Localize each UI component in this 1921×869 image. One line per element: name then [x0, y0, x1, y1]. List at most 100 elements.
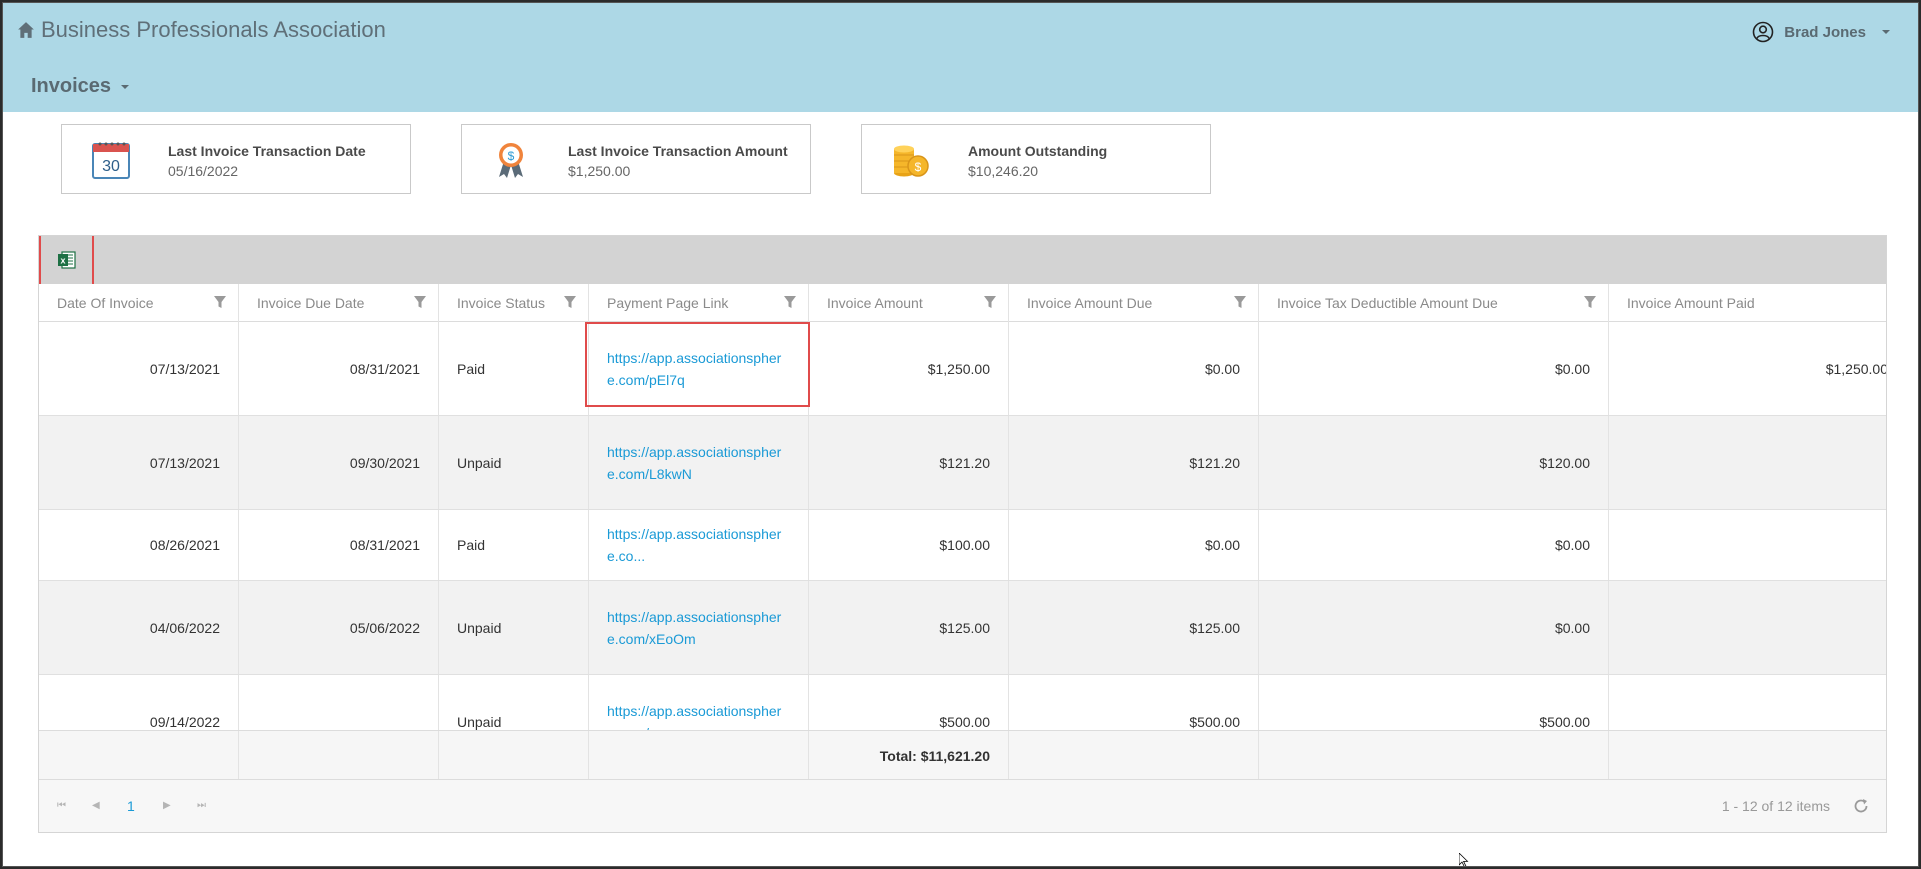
cell-amount-paid — [1609, 416, 1886, 509]
column-label: Invoice Status — [457, 295, 545, 311]
column-header-invoice-amount[interactable]: Invoice Amount — [809, 284, 1009, 322]
svg-text:30: 30 — [102, 158, 120, 175]
column-label: Invoice Amount Due — [1027, 295, 1153, 311]
page-menu-dropdown[interactable]: Invoices — [31, 75, 130, 98]
payment-link[interactable]: https://app.associationsphere.com/L8kwN — [607, 441, 792, 485]
cell-amount-paid — [1609, 675, 1886, 730]
cell-tax-due: $500.00 — [1259, 675, 1609, 730]
refresh-icon[interactable] — [1852, 797, 1870, 815]
filter-icon[interactable] — [984, 296, 996, 309]
footer-cell — [439, 731, 589, 779]
cell-date: 07/13/2021 — [39, 322, 239, 415]
table-row[interactable]: 07/13/2021 09/30/2021 Unpaid https://app… — [39, 416, 1886, 510]
cell-amount-paid: $1,250.00 — [1825, 360, 1886, 377]
footer-cell — [39, 731, 239, 779]
calendar-icon: 30 — [92, 142, 130, 179]
svg-text:x: x — [60, 256, 65, 266]
page-number[interactable]: 1 — [127, 798, 135, 814]
column-header-invoice-due-date[interactable]: Invoice Due Date — [239, 284, 439, 322]
cell-due-date: 09/30/2021 — [239, 416, 439, 509]
footer-cell — [239, 731, 439, 779]
cell-status: Unpaid — [439, 416, 589, 509]
excel-icon: x — [57, 251, 76, 269]
total-amount: Total: $11,621.20 — [879, 748, 990, 764]
filter-icon[interactable] — [1584, 296, 1596, 309]
footer-cell — [1009, 731, 1259, 779]
grid-header: Date Of Invoice Invoice Due Date Invoice… — [39, 284, 1886, 322]
card-title: Last Invoice Transaction Amount — [568, 143, 788, 159]
cell-status: Unpaid — [439, 581, 589, 674]
cell-payment-link: https://app.associationsphere.com/L8kwN — [589, 416, 809, 509]
page-title: Invoices — [31, 75, 112, 97]
cell-amount-due: $0.00 — [1009, 510, 1259, 580]
export-excel-button[interactable]: x — [39, 236, 94, 286]
cell-tax-due: $0.00 — [1259, 322, 1609, 415]
cell-amount: $1,250.00 — [809, 322, 1009, 415]
svg-text:$: $ — [508, 149, 515, 163]
brand-title: Business Professionals Association — [41, 17, 386, 42]
table-row[interactable]: 09/14/2022 Unpaid https://app.associatio… — [39, 675, 1886, 730]
column-label: Invoice Tax Deductible Amount Due — [1277, 295, 1498, 311]
chevron-down-icon — [1882, 30, 1890, 34]
cell-amount-due: $121.20 — [1009, 416, 1259, 509]
column-header-invoice-amount-due[interactable]: Invoice Amount Due — [1009, 284, 1259, 322]
table-row[interactable]: 07/13/2021 08/31/2021 Paid https://app.a… — [39, 322, 1886, 416]
app-window: Business Professionals Association Brad … — [2, 2, 1919, 867]
cell-amount-paid — [1609, 510, 1886, 580]
column-header-payment-page-link[interactable]: Payment Page Link — [589, 284, 809, 322]
filter-icon[interactable] — [1234, 296, 1246, 309]
cell-amount: $500.00 — [809, 675, 1009, 730]
column-label: Date Of Invoice — [57, 295, 154, 311]
cell-date: 08/26/2021 — [39, 510, 239, 580]
filter-icon[interactable] — [784, 296, 796, 309]
card-value: 05/16/2022 — [168, 163, 239, 179]
footer-cell — [589, 731, 809, 779]
pager-info: 1 - 12 of 12 items — [1721, 798, 1830, 814]
cell-due-date: 08/31/2021 — [239, 510, 439, 580]
pager: ⏮ ◀ 1 ▶ ⏭ 1 - 12 of 12 items — [39, 780, 1886, 832]
cell-amount-paid — [1609, 581, 1886, 674]
highlight-box — [585, 322, 810, 407]
column-header-tax-deductible-amount-due[interactable]: Invoice Tax Deductible Amount Due — [1259, 284, 1609, 322]
column-header-date-of-invoice[interactable]: Date Of Invoice — [39, 284, 239, 322]
card-amount-outstanding: $ Amount Outstanding $10,246.20 — [861, 124, 1211, 194]
table-row[interactable]: 08/26/2021 08/31/2021 Paid https://app.a… — [39, 510, 1886, 581]
home-icon — [18, 22, 34, 38]
cell-amount-due: $125.00 — [1009, 581, 1259, 674]
brand[interactable]: Business Professionals Association — [17, 17, 386, 43]
payment-link[interactable]: https://app.associationsphere.co... — [607, 523, 792, 567]
filter-icon[interactable] — [564, 296, 576, 309]
table-row[interactable]: 04/06/2022 05/06/2022 Unpaid https://app… — [39, 581, 1886, 675]
grid-body: 07/13/2021 08/31/2021 Paid https://app.a… — [39, 322, 1886, 730]
column-header-invoice-amount-paid[interactable]: Invoice Amount Paid — [1609, 284, 1886, 322]
payment-link[interactable]: https://app.associationsphere.com/ — [607, 700, 792, 731]
cell-date: 07/13/2021 — [39, 416, 239, 509]
cell-amount: $100.00 — [809, 510, 1009, 580]
cell-amount-due: $500.00 — [1009, 675, 1259, 730]
card-title: Amount Outstanding — [968, 143, 1108, 159]
card-last-transaction-amount: $ Last Invoice Transaction Amount $1,250… — [461, 124, 811, 194]
invoice-grid: x Date Of Invoice Invoice Due Date Invoi… — [38, 235, 1887, 833]
payment-link[interactable]: https://app.associationsphere.com/xEoOm — [607, 606, 792, 650]
column-header-invoice-status[interactable]: Invoice Status — [439, 284, 589, 322]
next-page-icon[interactable]: ▶ — [163, 800, 171, 811]
top-bar: Business Professionals Association Brad … — [3, 3, 1918, 112]
grid-toolbar: x — [39, 236, 1886, 286]
footer-cell — [1259, 731, 1609, 779]
coins-icon: $ — [894, 145, 929, 177]
filter-icon[interactable] — [414, 296, 426, 309]
mouse-cursor-icon — [1459, 853, 1469, 866]
filter-icon[interactable] — [214, 296, 226, 309]
grid-footer: Total: $11,621.20 — [39, 730, 1886, 780]
cell-amount: $121.20 — [809, 416, 1009, 509]
first-page-icon[interactable]: ⏮ — [57, 800, 66, 811]
cell-tax-due: $0.00 — [1259, 510, 1609, 580]
cell-amount: $125.00 — [809, 581, 1009, 674]
cell-amount-due: $0.00 — [1009, 322, 1259, 415]
cell-due-date: 05/06/2022 — [239, 581, 439, 674]
last-page-icon[interactable]: ⏭ — [197, 800, 206, 811]
svg-text:$: $ — [915, 160, 922, 174]
cell-payment-link: https://app.associationsphere.com/ — [589, 675, 809, 730]
user-menu[interactable]: Brad Jones — [1752, 21, 1890, 43]
prev-page-icon[interactable]: ◀ — [92, 800, 100, 811]
